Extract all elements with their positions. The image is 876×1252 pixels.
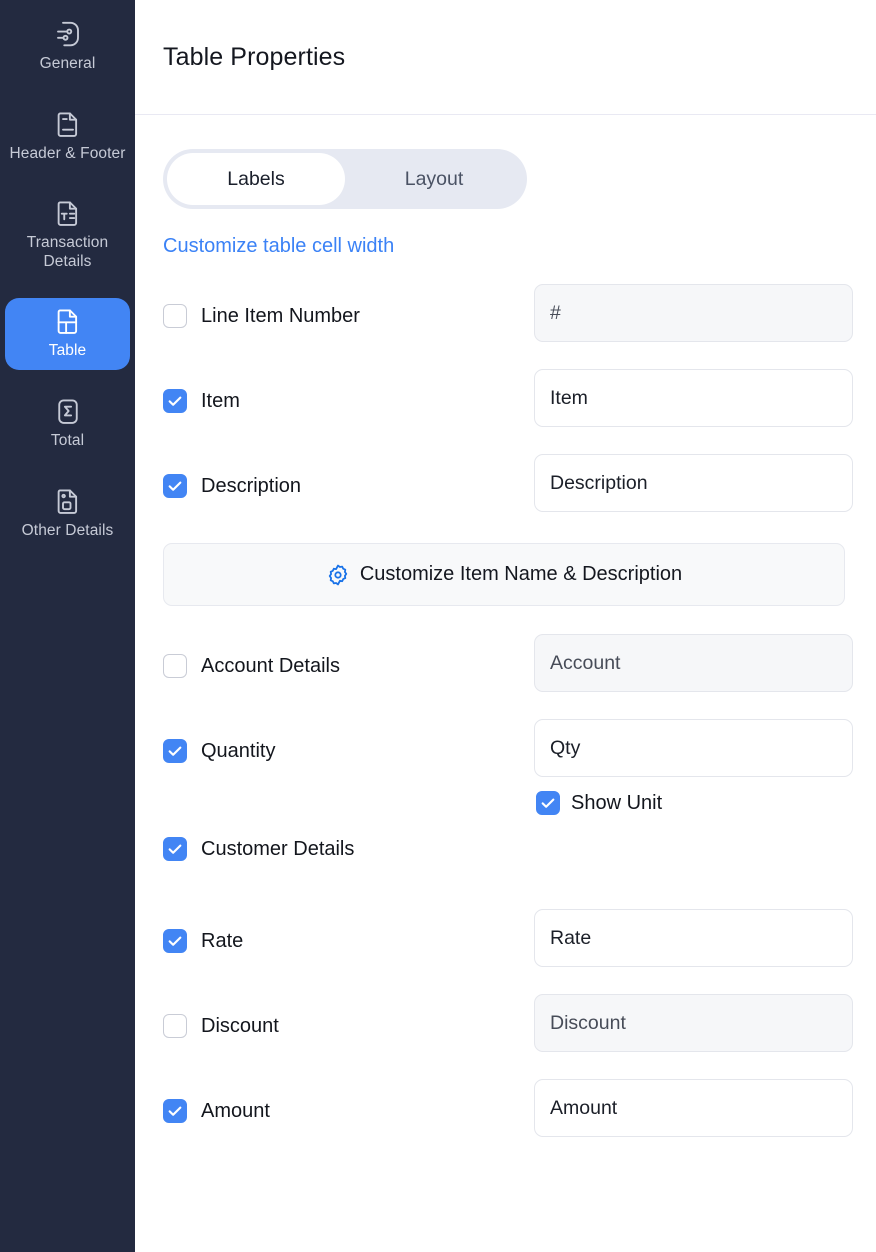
checkbox-label: Customer Details [201,837,355,860]
checkbox-amount[interactable] [163,1099,187,1123]
row-left: Line Item Number [163,282,534,328]
input-quantity[interactable]: Qty [534,719,853,777]
main-panel: Table Properties Labels Layout Customize… [135,0,876,1252]
row-discount: Discount Discount [163,992,853,1077]
gear-icon [326,563,350,587]
customize-button-label: Customize Item Name & Description [359,563,683,585]
row-right [534,815,848,817]
input-amount[interactable]: Amount [534,1079,853,1137]
row-left: Description [163,452,534,498]
sidebar-item-label: Other Details [21,522,114,540]
sidebar-item-label: Table [48,342,87,360]
checkbox-label: Rate [201,929,244,952]
customize-cell-width-link[interactable]: Customize table cell width [163,235,394,258]
checkbox-label: Discount [201,1014,279,1037]
sidebar-item-table[interactable]: Table [5,297,130,370]
customize-item-name-description-button[interactable]: Customize Item Name & Description [163,543,845,606]
row-right: Amount [534,1077,853,1137]
row-right: Qty Show Unit [534,717,853,815]
sidebar-item-other-details[interactable]: Other Details [5,478,130,550]
checkbox-label: Line Item Number [201,304,360,327]
row-line-item-number: Line Item Number # [163,282,853,367]
page-title: Table Properties [163,42,346,71]
sidebar-item-general[interactable]: General [5,10,130,82]
checkbox-rate[interactable] [163,929,187,953]
show-unit-label: Show Unit [571,791,663,814]
input-discount[interactable]: Discount [534,994,853,1052]
row-left: Item [163,367,534,413]
row-right: Account [534,632,853,692]
checkbox-item[interactable] [163,389,187,413]
row-amount: Amount Amount [163,1077,853,1162]
row-customer-details: Customer Details [163,815,848,907]
row-left: Discount [163,992,534,1038]
content-area: Labels Layout Customize table cell width… [135,115,876,1162]
sidebar-item-label: Header & Footer [9,144,126,162]
row-left: Quantity [163,717,534,763]
row-right: Description [534,452,853,512]
sidebar-item-total[interactable]: Total [5,388,130,460]
row-left: Account Details [163,632,534,678]
checkbox-description[interactable] [163,474,187,498]
checkbox-label: Account Details [201,654,340,677]
app-root: General Header & Footer Transaction Deta… [0,0,876,1252]
page-header: Table Properties [135,0,876,115]
row-description: Description Description [163,452,853,537]
checkbox-customer-details[interactable] [163,837,187,861]
input-rate[interactable]: Rate [534,909,853,967]
tab-layout[interactable]: Layout [345,153,523,205]
sidebar-item-label: Total [50,432,85,450]
checkbox-label: Quantity [201,739,276,762]
input-line-item-number[interactable]: # [534,284,853,342]
row-left: Amount [163,1077,534,1123]
document-box-icon [53,486,83,516]
input-account-details[interactable]: Account [534,634,853,692]
label-rows: Line Item Number # Item Item Description… [163,282,853,1162]
input-description[interactable]: Description [534,454,853,512]
checkbox-label: Description [201,474,302,497]
checkbox-discount[interactable] [163,1014,187,1038]
row-right: # [534,282,853,342]
sigma-document-icon [53,396,83,426]
settings-document-icon [53,19,83,49]
checkbox-line-item-number[interactable] [163,304,187,328]
sidebar-item-header-footer[interactable]: Header & Footer [5,100,130,172]
row-left: Customer Details [163,815,534,861]
tab-labels[interactable]: Labels [167,153,345,205]
show-unit-group: Show Unit [534,791,853,815]
row-right: Rate [534,907,853,967]
sidebar: General Header & Footer Transaction Deta… [0,0,135,1252]
checkbox-label: Amount [201,1099,270,1122]
document-lines-icon [53,109,83,139]
row-right: Discount [534,992,853,1052]
row-quantity: Quantity Qty Show Unit [163,717,853,815]
input-item[interactable]: Item [534,369,853,427]
table-document-icon [53,306,83,336]
row-account-details: Account Details Account [163,632,853,717]
checkbox-quantity[interactable] [163,739,187,763]
sidebar-item-label: General [39,54,96,72]
sidebar-item-label: Transaction Details [26,234,109,270]
checkbox-show-unit[interactable] [536,791,560,815]
sidebar-item-transaction-details[interactable]: Transaction Details [5,190,130,280]
row-left: Rate [163,907,534,953]
row-rate: Rate Rate [163,907,853,992]
checkbox-account-details[interactable] [163,654,187,678]
row-right: Item [534,367,853,427]
row-item: Item Item [163,367,853,452]
checkbox-label: Item [201,389,240,412]
tab-group: Labels Layout [163,149,527,209]
document-text-icon [53,198,83,228]
